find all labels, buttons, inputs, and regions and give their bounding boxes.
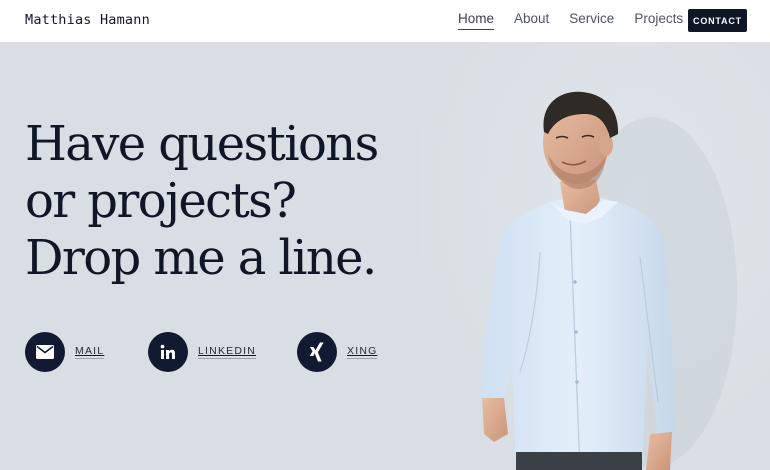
nav-projects[interactable]: Projects xyxy=(634,11,683,30)
portrait-photo xyxy=(420,42,770,470)
site-brand[interactable]: Matthias Hamann xyxy=(25,12,150,28)
mail-link[interactable]: MAIL xyxy=(25,332,105,372)
mail-label: MAIL xyxy=(75,345,105,359)
main-navigation: Home About Service Projects xyxy=(458,11,703,30)
contact-button[interactable]: CONTACT xyxy=(688,9,747,32)
nav-service[interactable]: Service xyxy=(569,11,614,30)
linkedin-label: LINKEDIN xyxy=(198,345,257,359)
xing-label: XING xyxy=(347,345,378,359)
nav-about[interactable]: About xyxy=(514,11,549,30)
nav-home[interactable]: Home xyxy=(458,11,495,30)
linkedin-icon xyxy=(148,332,188,372)
xing-icon xyxy=(297,332,337,372)
headline-line-3: Drop me a line. xyxy=(25,230,377,286)
top-navigation-bar: Matthias Hamann Home About Service Proje… xyxy=(0,0,770,42)
xing-link[interactable]: XING xyxy=(297,332,378,372)
headline-line-2: or projects? xyxy=(25,173,297,229)
social-links: MAIL LINKEDIN XING xyxy=(0,332,420,372)
hero-section: Have questions or projects? Drop me a li… xyxy=(0,42,770,470)
linkedin-link[interactable]: LINKEDIN xyxy=(148,332,257,372)
hero-headline: Have questions or projects? Drop me a li… xyxy=(25,116,379,287)
mail-icon xyxy=(25,332,65,372)
headline-line-1: Have questions xyxy=(25,116,379,172)
